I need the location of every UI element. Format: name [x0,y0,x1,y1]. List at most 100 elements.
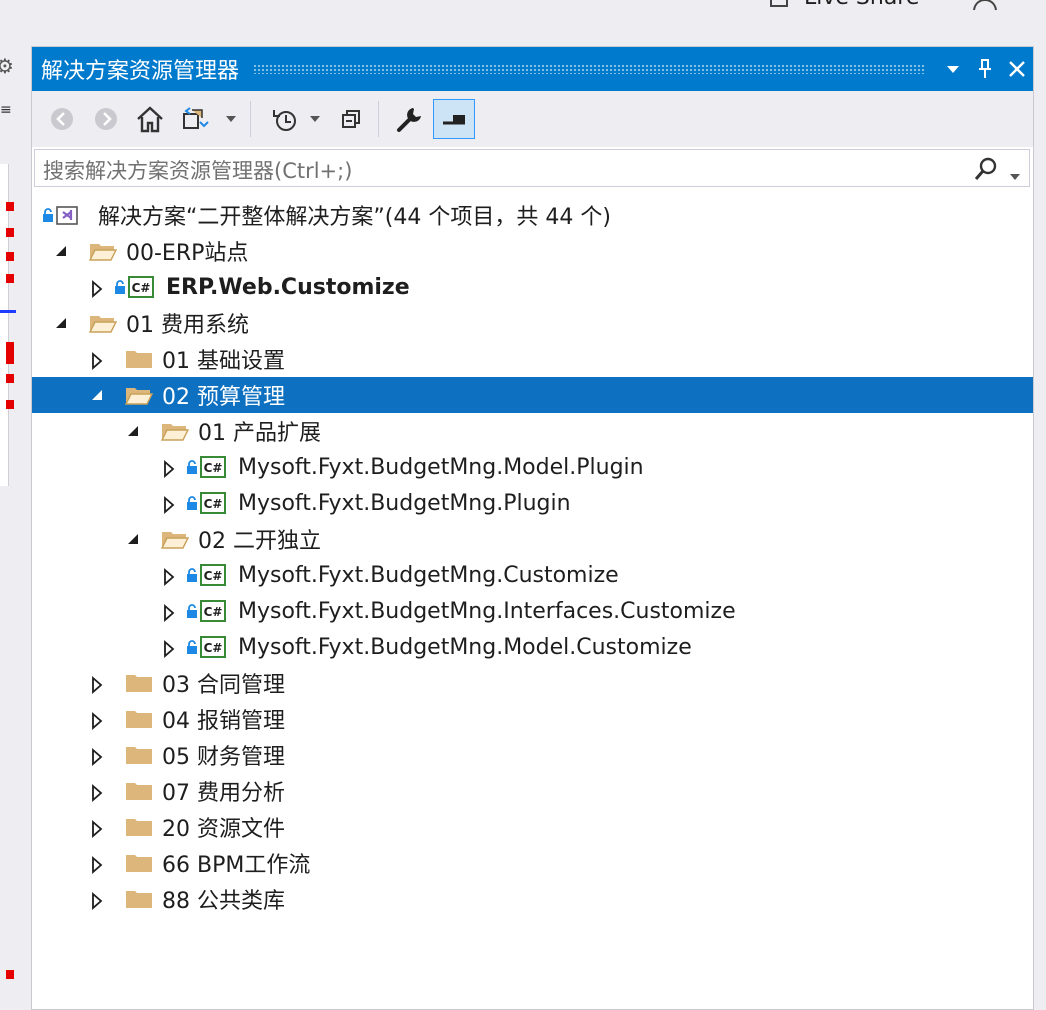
tree-node-folder[interactable]: 04 报销管理 [32,701,1033,737]
tree-node-folder[interactable]: 03 合同管理 [32,665,1033,701]
panel-title-bar[interactable]: 解决方案资源管理器 [32,47,1033,91]
error-marker [6,228,14,237]
tree-node-label: 01 产品扩展 [198,421,321,446]
collapsed-arrow-icon[interactable] [90,892,104,910]
editor-margin [0,164,9,486]
gear-icon[interactable]: ⚙ [0,54,14,78]
back-icon[interactable] [46,99,78,139]
close-icon[interactable] [1001,47,1033,91]
window-menu-dropdown-icon[interactable] [937,47,969,91]
csharp-project-icon: C# [200,492,226,514]
history-button[interactable] [264,99,328,139]
solution-explorer-panel: 解决方案资源管理器 搜索解决方案资源管理器(Ctrl+;) 解决方案“二开整体解… [31,46,1034,1010]
tree-node-label: 00-ERP站点 [126,241,249,266]
tree-node-folder[interactable]: 20 资源文件 [32,809,1033,845]
collapsed-arrow-icon[interactable] [90,784,104,802]
toolbar-separator [250,101,251,137]
tree-node-label: 66 BPM工作流 [162,853,311,878]
tree-node-folder[interactable]: 02 二开独立 [32,521,1033,557]
home-icon[interactable] [132,99,168,139]
live-share-icon [770,0,788,7]
folder-icon [124,744,154,766]
expanded-arrow-icon[interactable] [54,244,68,258]
tree-node-folder[interactable]: 01 基础设置 [32,341,1033,377]
tree-node-label: 20 资源文件 [162,817,285,842]
csharp-project-icon: C# [200,600,226,622]
collapse-all-icon[interactable] [336,99,368,139]
error-marker [6,342,14,364]
forward-icon[interactable] [90,99,122,139]
collapsed-arrow-icon[interactable] [90,676,104,694]
tree-node-solution[interactable]: 解决方案“二开整体解决方案”(44 个项目，共 44 个) [32,197,1033,233]
tree-node-label: 解决方案“二开整体解决方案”(44 个项目，共 44 个) [98,205,611,230]
account-icon[interactable] [972,0,998,16]
search-icon[interactable] [973,156,999,186]
tree-node-label: 05 财务管理 [162,745,285,770]
csharp-project-icon: C# [200,456,226,478]
live-share-button[interactable]: Live Share [768,0,919,10]
collapsed-arrow-icon[interactable] [162,604,176,622]
tree-node-label: 88 公共类库 [162,889,285,914]
error-marker [6,374,14,383]
collapsed-arrow-icon[interactable] [90,712,104,730]
search-box[interactable]: 搜索解决方案资源管理器(Ctrl+;) [34,149,1030,187]
folder-icon [124,708,154,730]
tree-node-folder[interactable]: 02 预算管理 [32,377,1033,413]
collapsed-arrow-icon[interactable] [162,460,176,478]
tree-node-label: Mysoft.Fyxt.BudgetMng.Plugin [238,490,571,516]
expanded-arrow-icon[interactable] [90,388,104,402]
properties-wrench-icon[interactable] [390,99,430,139]
tree-node-folder[interactable]: 00-ERP站点 [32,233,1033,269]
tree-node-project[interactable]: C# Mysoft.Fyxt.BudgetMng.Model.Plugin [32,449,1033,485]
folder-open-icon [88,312,118,334]
tree-node-project[interactable]: C# Mysoft.Fyxt.BudgetMng.Customize [32,557,1033,593]
collapsed-arrow-icon[interactable] [162,640,176,658]
tree-node-folder[interactable]: 01 费用系统 [32,305,1033,341]
tree-node-folder[interactable]: 66 BPM工作流 [32,845,1033,881]
svg-text:C#: C# [204,569,223,583]
folder-icon [124,348,154,370]
pin-icon[interactable] [969,47,1001,91]
tree-node-label: 02 二开独立 [198,529,321,554]
tree-node-folder[interactable]: 05 财务管理 [32,737,1033,773]
tree-node-label: 07 费用分析 [162,781,285,806]
collapsed-arrow-icon[interactable] [90,280,104,298]
error-marker [6,274,14,283]
csharp-project-icon: C# [128,276,154,298]
expanded-arrow-icon[interactable] [54,316,68,330]
csharp-project-icon: C# [200,564,226,586]
lock-icon [186,640,198,654]
collapsed-arrow-icon[interactable] [90,352,104,370]
preview-selected-items-button[interactable] [433,99,475,139]
tree-node-project[interactable]: C# Mysoft.Fyxt.BudgetMng.Model.Customize [32,629,1033,665]
live-share-label: Live Share [804,0,919,10]
collapsed-arrow-icon[interactable] [90,856,104,874]
expanded-arrow-icon[interactable] [126,424,140,438]
expanded-arrow-icon[interactable] [126,532,140,546]
search-input[interactable]: 搜索解决方案资源管理器(Ctrl+;) [43,155,352,185]
tree-node-label: 01 费用系统 [126,313,249,338]
tree-node-label: ERP.Web.Customize [166,274,410,300]
tree-node-folder[interactable]: 88 公共类库 [32,881,1033,917]
tree-node-project[interactable]: C# Mysoft.Fyxt.BudgetMng.Interfaces.Custo… [32,593,1033,629]
folder-icon [124,852,154,874]
menu-lines-icon: ≡ [0,102,12,118]
lock-icon [186,568,198,582]
error-marker [6,400,14,409]
sync-view-button[interactable] [178,99,242,139]
collapsed-arrow-icon[interactable] [162,496,176,514]
collapsed-arrow-icon[interactable] [90,820,104,838]
collapsed-arrow-icon[interactable] [90,748,104,766]
tree-node-project[interactable]: C# ERP.Web.Customize [32,269,1033,305]
search-options-dropdown-icon[interactable] [1009,166,1021,185]
lock-icon [186,460,198,474]
tree-node-project[interactable]: C# Mysoft.Fyxt.BudgetMng.Plugin [32,485,1033,521]
collapsed-arrow-icon[interactable] [162,568,176,586]
folder-icon [124,816,154,838]
toolbar-separator [378,101,379,137]
solution-icon [56,204,78,226]
lock-icon [42,208,54,222]
tree-node-folder[interactable]: 01 产品扩展 [32,413,1033,449]
title-grip[interactable] [253,64,925,74]
tree-node-folder[interactable]: 07 费用分析 [32,773,1033,809]
